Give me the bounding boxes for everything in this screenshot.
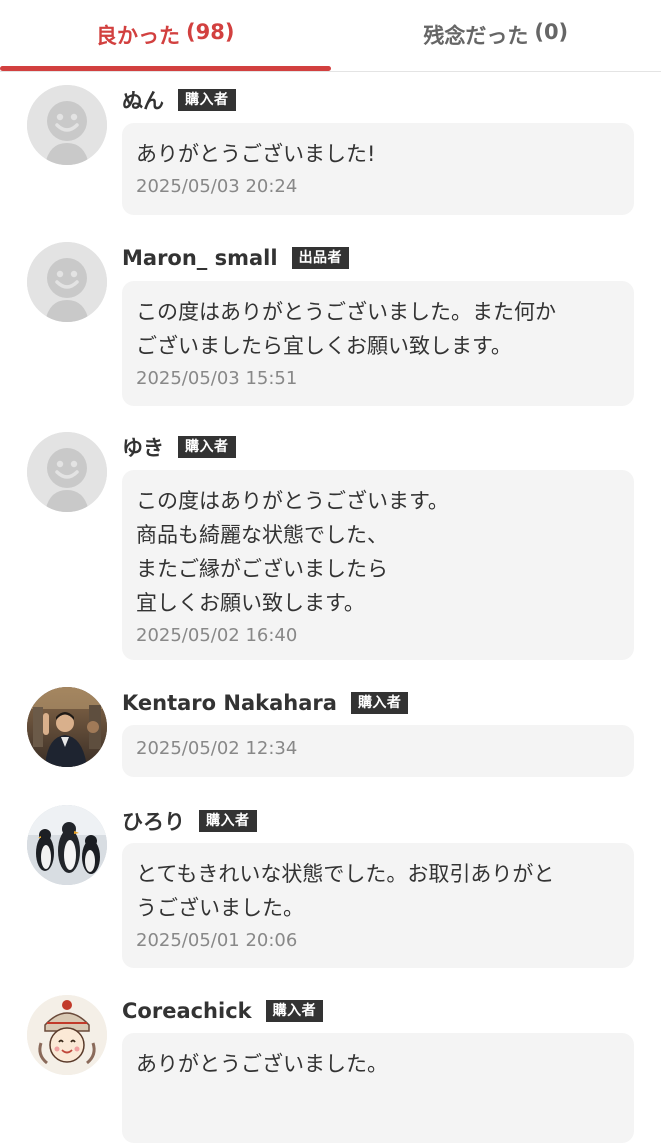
tab-bad-count: (0): [534, 20, 568, 50]
user-name[interactable]: Maron_ small: [122, 246, 278, 270]
role-badge: 出品者: [292, 247, 350, 269]
review-date: 2025/05/03 20:24: [136, 173, 620, 201]
default-avatar-icon[interactable]: [27, 85, 107, 165]
review-bubble: ありがとうございました。: [122, 1033, 634, 1143]
review-bubble: とてもきれいな状態でした。お取引ありがと うございました。 2025/05/01…: [122, 843, 634, 968]
review-comment: ありがとうございました!: [136, 137, 620, 171]
role-badge: 購入者: [266, 1000, 324, 1022]
review-comment: とてもきれいな状態でした。お取引ありがと うございました。: [136, 857, 620, 925]
review-date: 2025/05/03 15:51: [136, 365, 620, 393]
tab-good[interactable]: 良かった (98): [0, 0, 331, 71]
tab-good-count: (98): [186, 20, 234, 50]
user-name[interactable]: Coreachick: [122, 999, 252, 1023]
user-name[interactable]: ぬん: [122, 85, 164, 115]
role-badge: 購入者: [351, 692, 409, 714]
role-badge: 購入者: [178, 436, 236, 458]
review-bubble: 2025/05/02 12:34: [122, 725, 634, 777]
user-name[interactable]: ゆき: [122, 432, 164, 462]
role-badge: 購入者: [178, 89, 236, 111]
role-badge: 購入者: [199, 810, 257, 832]
tab-bad-label: 残念だった: [423, 20, 528, 50]
active-tab-indicator: [0, 66, 331, 71]
illustration-avatar[interactable]: [27, 995, 107, 1075]
photo-avatar-penguins[interactable]: [27, 805, 107, 885]
review-bubble: この度はありがとうございました。また何か ございましたら宜しくお願い致します。 …: [122, 281, 634, 406]
feedback-tabs: 良かった (98) 残念だった (0): [0, 0, 661, 72]
user-name[interactable]: Kentaro Nakahara: [122, 691, 337, 715]
review-comment: この度はありがとうございます。 商品も綺麗な状態でした、 またご縁がございました…: [136, 484, 620, 620]
photo-avatar-person[interactable]: [27, 687, 107, 767]
review-comment: ありがとうございました。: [136, 1047, 620, 1081]
review-date: 2025/05/02 16:40: [136, 622, 620, 650]
user-name[interactable]: ひろり: [122, 806, 185, 836]
default-avatar-icon[interactable]: [27, 432, 107, 512]
tab-bad[interactable]: 残念だった (0): [331, 0, 661, 71]
tab-good-label: 良かった: [96, 20, 180, 50]
review-comment: この度はありがとうございました。また何か ございましたら宜しくお願い致します。: [136, 295, 620, 363]
review-date: 2025/05/02 12:34: [136, 735, 620, 763]
review-bubble: この度はありがとうございます。 商品も綺麗な状態でした、 またご縁がございました…: [122, 470, 634, 660]
review-bubble: ありがとうございました! 2025/05/03 20:24: [122, 123, 634, 215]
default-avatar-icon[interactable]: [27, 242, 107, 322]
review-date: 2025/05/01 20:06: [136, 927, 620, 955]
